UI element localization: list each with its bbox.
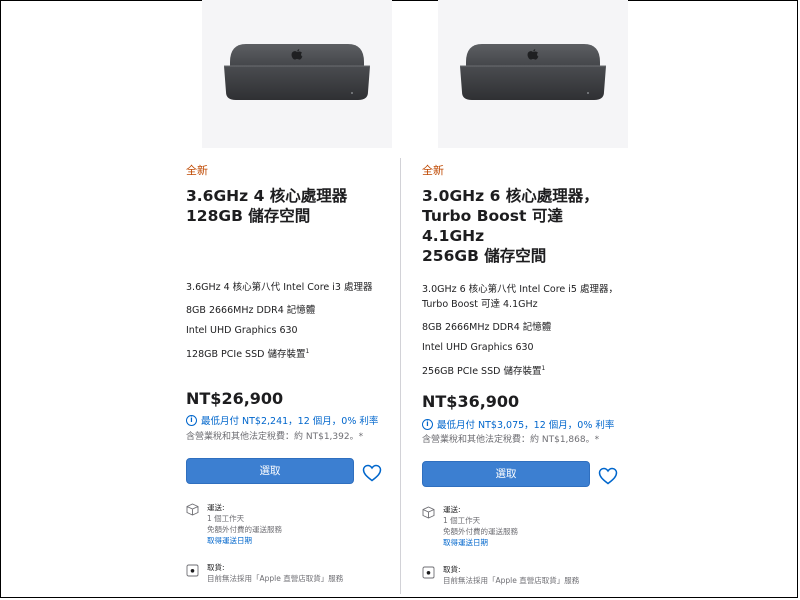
box-icon: [186, 503, 199, 516]
title-line: 256GB 儲存空間: [422, 247, 547, 265]
footnote-marker[interactable]: 1: [305, 348, 309, 355]
shipping-label: 運送:: [443, 505, 461, 514]
shipping-free: 免額外付費的運送服務: [443, 527, 518, 536]
new-tag: 全新: [422, 164, 444, 177]
spec-storage-text: 256GB PCIe SSD 儲存裝置: [422, 366, 542, 377]
spec-graphics: Intel UHD Graphics 630: [422, 342, 534, 353]
shipping-time: 1 個工作天: [443, 516, 481, 525]
heart-icon[interactable]: [362, 464, 382, 482]
tax-note: 含營業稅和其他法定稅費：約 NT$1,868。*: [422, 435, 600, 445]
title-line: 128GB 儲存空間: [186, 207, 311, 225]
monthly-payment-text: 最低月付 NT$2,241，12 個月，0% 利率: [201, 416, 379, 427]
pickup-status: 目前無法採用「Apple 直營店取貨」服務: [207, 574, 344, 583]
product-card-1: 全新 3.6GHz 4 核心處理器 128GB 儲存空間 3.6GHz 4 核心…: [186, 0, 392, 600]
spec-processor: 3.0GHz 6 核心第八代 Intel Core i5 處理器，: [422, 284, 618, 295]
shipping-date-link[interactable]: 取得運送日期: [443, 537, 488, 548]
monthly-payment-text: 最低月付 NT$3,075，12 個月，0% 利率: [437, 420, 615, 431]
store-icon: [422, 566, 435, 579]
price: NT$36,900: [422, 392, 520, 411]
box-icon: [422, 506, 435, 519]
title-line: 4.1GHz: [422, 227, 485, 245]
page-frame: [0, 0, 798, 598]
tax-note: 含營業稅和其他法定稅費：約 NT$1,392。*: [186, 432, 364, 442]
spec-storage: 128GB PCIe SSD 儲存裝置1: [186, 346, 309, 360]
shipping-label: 運送:: [207, 503, 225, 512]
spec-memory: 8GB 2666MHz DDR4 記憶體: [422, 322, 552, 333]
select-button[interactable]: 選取: [186, 458, 354, 484]
spec-storage: 256GB PCIe SSD 儲存裝置1: [422, 363, 545, 377]
spec-memory: 8GB 2666MHz DDR4 記憶體: [186, 305, 316, 316]
product-title: 3.6GHz 4 核心處理器 128GB 儲存空間: [186, 186, 396, 226]
pickup-label: 取貨:: [207, 563, 225, 572]
title-line: 3.0GHz 6 核心處理器，: [422, 187, 599, 205]
title-line: Turbo Boost 可達: [422, 207, 563, 225]
spec-graphics: Intel UHD Graphics 630: [186, 325, 298, 336]
monthly-payment-link[interactable]: i 最低月付 NT$2,241，12 個月，0% 利率: [186, 413, 378, 427]
footnote-marker[interactable]: 1: [541, 365, 545, 372]
shipping-date-link[interactable]: 取得運送日期: [207, 535, 252, 546]
spec-turbo: Turbo Boost 可達 4.1GHz: [422, 299, 538, 310]
pickup-status: 目前無法採用「Apple 直營店取貨」服務: [443, 576, 580, 585]
shipping-free: 免額外付費的運送服務: [207, 525, 282, 534]
shipping-time: 1 個工作天: [207, 514, 245, 523]
info-icon: i: [422, 418, 433, 430]
store-icon: [186, 564, 199, 577]
pickup-label: 取貨:: [443, 565, 461, 574]
spec-storage-text: 128GB PCIe SSD 儲存裝置: [186, 349, 306, 360]
heart-icon[interactable]: [598, 467, 618, 485]
info-icon: i: [186, 414, 197, 426]
price: NT$26,900: [186, 389, 284, 408]
select-button[interactable]: 選取: [422, 461, 590, 487]
column-divider: [400, 158, 401, 594]
monthly-payment-link[interactable]: i 最低月付 NT$3,075，12 個月，0% 利率: [422, 417, 614, 431]
product-card-2: 全新 3.0GHz 6 核心處理器， Turbo Boost 可達 4.1GHz…: [422, 0, 628, 600]
title-line: 3.6GHz 4 核心處理器: [186, 187, 348, 205]
new-tag: 全新: [186, 164, 208, 177]
spec-processor: 3.6GHz 4 核心第八代 Intel Core i3 處理器: [186, 282, 373, 293]
product-title: 3.0GHz 6 核心處理器， Turbo Boost 可達 4.1GHz 25…: [422, 186, 632, 266]
mac-mini-image[interactable]: [438, 0, 628, 148]
mac-mini-image[interactable]: [202, 0, 392, 148]
